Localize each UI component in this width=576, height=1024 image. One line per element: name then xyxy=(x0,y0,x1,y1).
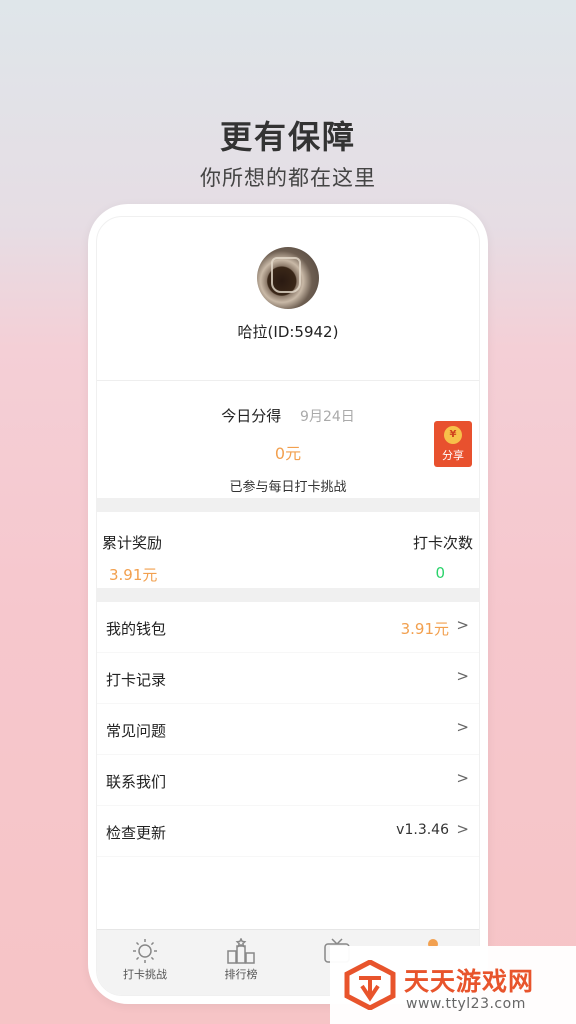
promo-headline: 更有保障 xyxy=(219,118,356,156)
today-amount: 0元 xyxy=(274,444,302,463)
promo-subline: 你所想的都在这里 xyxy=(200,166,376,190)
tab-leaderboard[interactable]: 排行榜 xyxy=(193,936,289,982)
chevron-right-icon: > xyxy=(456,769,469,787)
today-date: 9月24日 xyxy=(300,409,355,425)
share-label: 分享 xyxy=(442,449,464,462)
menu-item-wallet[interactable]: 我的钱包 3.91元 > xyxy=(97,602,479,653)
share-button[interactable]: ¥ 分享 xyxy=(434,421,472,467)
checkin-count-value: 0 xyxy=(435,564,445,582)
total-reward-value: 3.91元 xyxy=(109,566,158,584)
tab-checkin-challenge[interactable]: 打卡挑战 xyxy=(97,936,193,982)
menu-item-check-update[interactable]: 检查更新 v1.3.46 > xyxy=(97,806,479,857)
watermark-banner: 天天游戏网 www.ttyl23.com xyxy=(330,946,576,1024)
watermark-logo xyxy=(344,959,396,1011)
checkin-count-label: 打卡次数 xyxy=(412,534,473,552)
tab-label: 排行榜 xyxy=(224,968,258,981)
menu-item-label: 联系我们 xyxy=(106,773,167,791)
section-divider xyxy=(97,498,479,512)
menu-item-label: 检查更新 xyxy=(106,824,167,842)
profile-header: 哈拉(ID:5942) xyxy=(97,247,479,381)
tab-label: 打卡挑战 xyxy=(123,968,167,981)
app-version: v1.3.46 xyxy=(396,822,449,838)
section-divider xyxy=(97,588,479,602)
menu-item-contact[interactable]: 联系我们 > xyxy=(97,755,479,806)
menu-item-checkin-records[interactable]: 打卡记录 > xyxy=(97,653,479,704)
app-screen: 哈拉(ID:5942) 今日分得 9月24日 0元 已参与每日打卡挑战 ¥ 分享… xyxy=(96,216,480,996)
sun-icon xyxy=(97,936,193,966)
podium-icon xyxy=(193,936,289,966)
chevron-right-icon: > xyxy=(456,616,469,634)
menu-item-label: 常见问题 xyxy=(106,722,167,740)
avatar[interactable] xyxy=(257,247,319,309)
username: 哈拉(ID:5942) xyxy=(237,323,339,341)
menu-item-label: 打卡记录 xyxy=(106,671,167,689)
stats-panel: 累计奖励 3.91元 打卡次数 0 xyxy=(97,512,479,588)
today-note: 已参与每日打卡挑战 xyxy=(229,480,347,495)
today-label: 今日分得 xyxy=(221,407,282,425)
menu-item-label: 我的钱包 xyxy=(106,620,167,638)
watermark-title: 天天游戏网 xyxy=(404,967,535,996)
coin-icon: ¥ xyxy=(444,426,462,444)
chevron-right-icon: > xyxy=(456,718,469,736)
today-earnings: 今日分得 9月24日 0元 已参与每日打卡挑战 ¥ 分享 xyxy=(97,381,479,498)
menu-item-faq[interactable]: 常见问题 > xyxy=(97,704,479,755)
wallet-balance: 3.91元 xyxy=(400,620,449,638)
chevron-right-icon: > xyxy=(456,820,469,838)
chevron-right-icon: > xyxy=(456,667,469,685)
watermark-url: www.ttyl23.com xyxy=(406,996,526,1012)
total-reward-label: 累计奖励 xyxy=(102,534,163,552)
